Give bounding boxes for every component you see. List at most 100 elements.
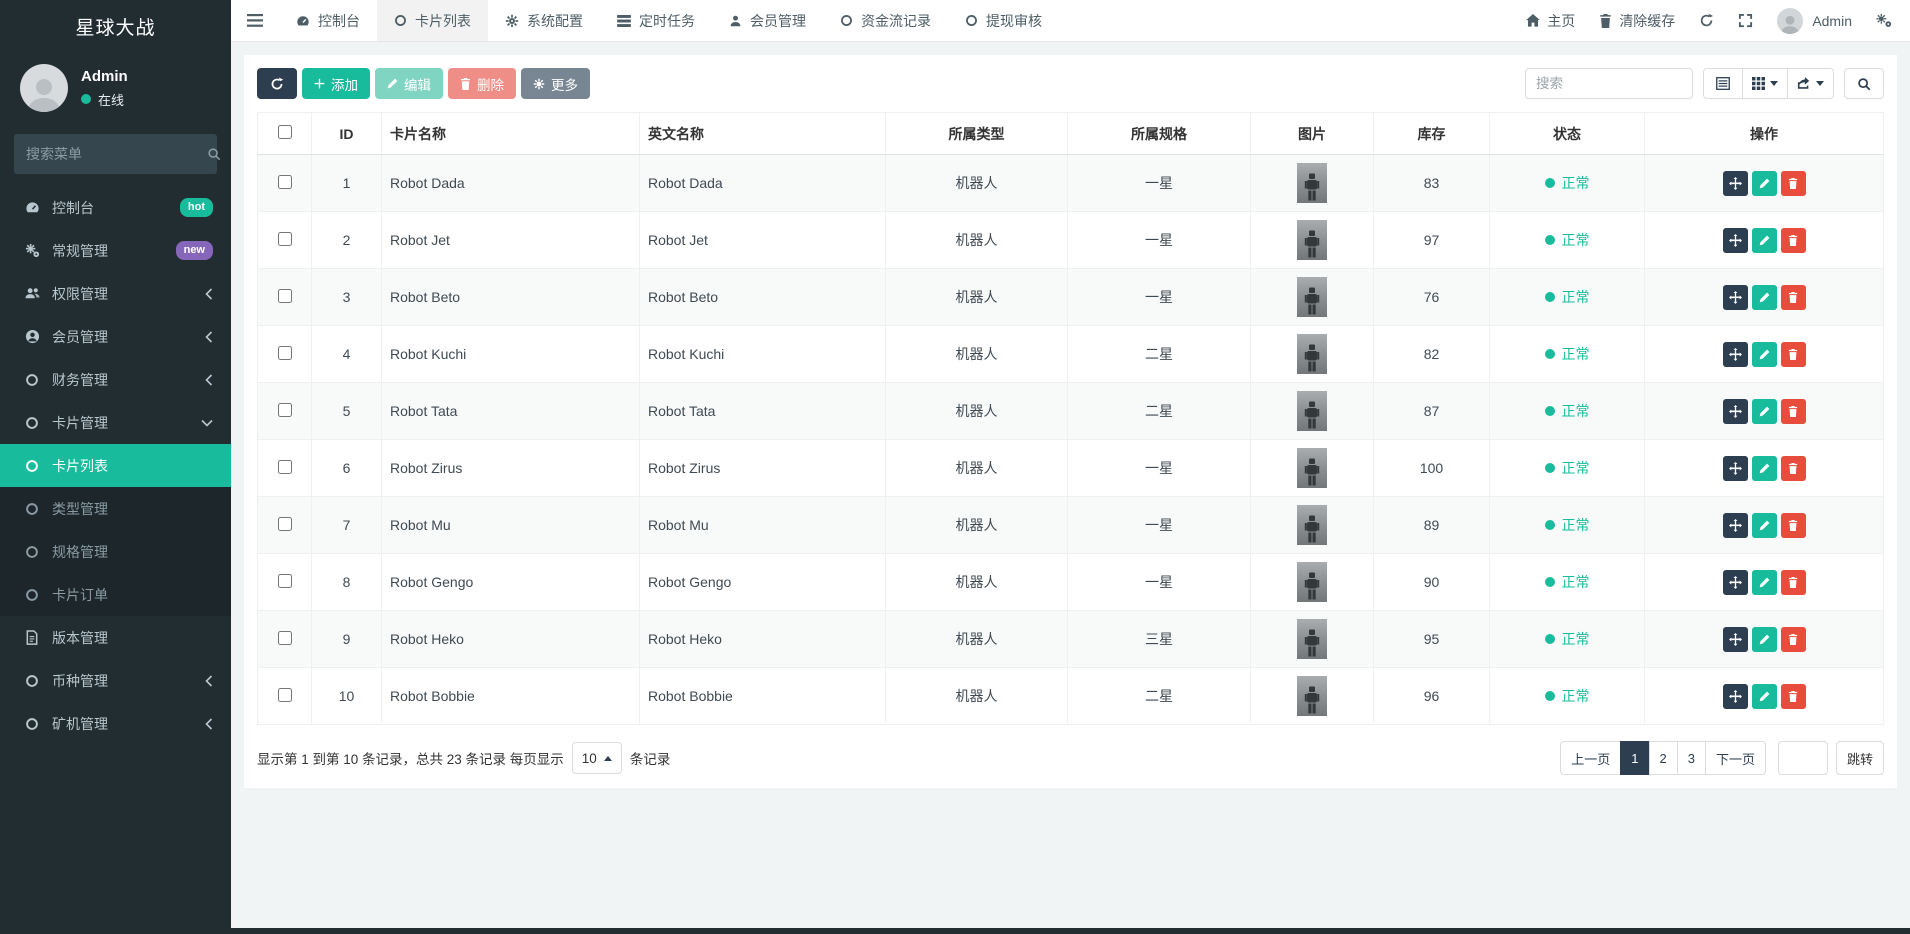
cogs-icon[interactable] [1876, 13, 1892, 28]
tab-fund-records[interactable]: 资金流记录 [823, 0, 948, 41]
toggle-view-button[interactable] [1703, 68, 1743, 99]
jump-button[interactable]: 跳转 [1835, 741, 1884, 775]
tab-scheduled-tasks[interactable]: 定时任务 [600, 0, 712, 41]
delete-row-button[interactable] [1780, 512, 1806, 538]
fullscreen-icon[interactable] [1738, 13, 1753, 28]
tab-card-list[interactable]: 卡片列表 [377, 0, 488, 41]
sidebar-item-versions[interactable]: 版本管理 [0, 616, 231, 659]
refresh-button[interactable] [257, 68, 297, 99]
sidebar-item-card-list[interactable]: 卡片列表 [0, 444, 231, 487]
search-toggle-button[interactable] [1844, 68, 1884, 99]
col-header-status[interactable]: 状态 [1489, 112, 1645, 155]
card-image[interactable] [1297, 448, 1327, 488]
columns-button[interactable] [1742, 68, 1788, 99]
row-checkbox[interactable] [277, 231, 292, 246]
row-checkbox[interactable] [277, 174, 292, 189]
clear-cache-link[interactable]: 清除缓存 [1599, 11, 1675, 31]
page-button-1[interactable]: 1 [1620, 741, 1650, 775]
move-row-button[interactable] [1722, 683, 1748, 709]
delete-button[interactable]: 删除 [448, 68, 516, 99]
delete-row-button[interactable] [1780, 341, 1806, 367]
row-checkbox[interactable] [277, 516, 292, 531]
move-row-button[interactable] [1722, 341, 1748, 367]
col-header-spec[interactable]: 所属规格 [1067, 112, 1251, 155]
tab-members[interactable]: 会员管理 [712, 0, 823, 41]
card-image[interactable] [1297, 163, 1327, 203]
page-button-3[interactable]: 3 [1676, 741, 1706, 775]
sidebar-item-type-mgmt[interactable]: 类型管理 [0, 487, 231, 530]
edit-row-button[interactable] [1751, 626, 1777, 652]
delete-row-button[interactable] [1780, 569, 1806, 595]
row-checkbox[interactable] [277, 459, 292, 474]
sidebar-item-permissions[interactable]: 权限管理 [0, 272, 231, 315]
move-row-button[interactable] [1722, 398, 1748, 424]
edit-row-button[interactable] [1751, 398, 1777, 424]
edit-row-button[interactable] [1751, 512, 1777, 538]
sidebar-item-card-orders[interactable]: 卡片订单 [0, 573, 231, 616]
tab-console[interactable]: 控制台 [279, 0, 377, 41]
page-size-dropdown[interactable]: 10 [571, 742, 622, 774]
sidebar-item-cards[interactable]: 卡片管理 [0, 401, 231, 444]
card-image[interactable] [1297, 619, 1327, 659]
col-header-id[interactable]: ID [311, 112, 382, 155]
row-checkbox[interactable] [277, 402, 292, 417]
row-checkbox[interactable] [277, 345, 292, 360]
edit-row-button[interactable] [1751, 455, 1777, 481]
next-page-button[interactable]: 下一页 [1704, 741, 1766, 775]
move-row-button[interactable] [1722, 284, 1748, 310]
delete-row-button[interactable] [1780, 683, 1806, 709]
sidebar-item-console[interactable]: 控制台 hot [0, 186, 231, 229]
page-button-2[interactable]: 2 [1648, 741, 1678, 775]
admin-menu[interactable]: Admin [1777, 7, 1852, 34]
sidebar-item-finance[interactable]: 财务管理 [0, 358, 231, 401]
edit-row-button[interactable] [1751, 284, 1777, 310]
move-row-button[interactable] [1722, 455, 1748, 481]
edit-row-button[interactable] [1751, 341, 1777, 367]
move-row-button[interactable] [1722, 170, 1748, 196]
hamburger-icon[interactable] [231, 0, 279, 41]
prev-page-button[interactable]: 上一页 [1560, 741, 1622, 775]
move-row-button[interactable] [1722, 569, 1748, 595]
col-header-actions[interactable]: 操作 [1644, 112, 1884, 155]
home-link[interactable]: 主页 [1526, 11, 1575, 31]
menu-search-input[interactable] [26, 146, 207, 162]
delete-row-button[interactable] [1780, 398, 1806, 424]
delete-row-button[interactable] [1780, 170, 1806, 196]
edit-row-button[interactable] [1751, 227, 1777, 253]
tab-system-config[interactable]: 系统配置 [488, 0, 600, 41]
add-button[interactable]: 添加 [302, 68, 370, 99]
edit-row-button[interactable] [1751, 170, 1777, 196]
col-header-type[interactable]: 所属类型 [885, 112, 1068, 155]
col-header-name[interactable]: 卡片名称 [381, 112, 640, 155]
delete-row-button[interactable] [1780, 455, 1806, 481]
card-image[interactable] [1297, 220, 1327, 260]
delete-row-button[interactable] [1780, 227, 1806, 253]
edit-button[interactable]: 编辑 [375, 68, 443, 99]
avatar[interactable] [20, 64, 68, 112]
card-image[interactable] [1297, 562, 1327, 602]
export-button[interactable] [1787, 68, 1834, 99]
tab-withdrawal-review[interactable]: 提现审核 [948, 0, 1059, 41]
select-all-checkbox[interactable] [277, 125, 292, 139]
card-image[interactable] [1297, 391, 1327, 431]
search-icon[interactable] [207, 147, 221, 161]
row-checkbox[interactable] [277, 573, 292, 588]
card-image[interactable] [1297, 505, 1327, 545]
row-checkbox[interactable] [277, 288, 292, 303]
move-row-button[interactable] [1722, 227, 1748, 253]
row-checkbox[interactable] [277, 687, 292, 702]
sidebar-item-general[interactable]: 常规管理 new [0, 229, 231, 272]
sidebar-item-spec-mgmt[interactable]: 规格管理 [0, 530, 231, 573]
card-image[interactable] [1297, 277, 1327, 317]
row-checkbox[interactable] [277, 630, 292, 645]
edit-row-button[interactable] [1751, 569, 1777, 595]
edit-row-button[interactable] [1751, 683, 1777, 709]
col-header-stock[interactable]: 库存 [1373, 112, 1490, 155]
col-header-image[interactable]: 图片 [1250, 112, 1374, 155]
sidebar-item-currencies[interactable]: 币种管理 [0, 659, 231, 702]
move-row-button[interactable] [1722, 626, 1748, 652]
delete-row-button[interactable] [1780, 626, 1806, 652]
card-image[interactable] [1297, 334, 1327, 374]
jump-page-input[interactable] [1777, 741, 1828, 775]
sidebar-item-miners[interactable]: 矿机管理 [0, 702, 231, 745]
